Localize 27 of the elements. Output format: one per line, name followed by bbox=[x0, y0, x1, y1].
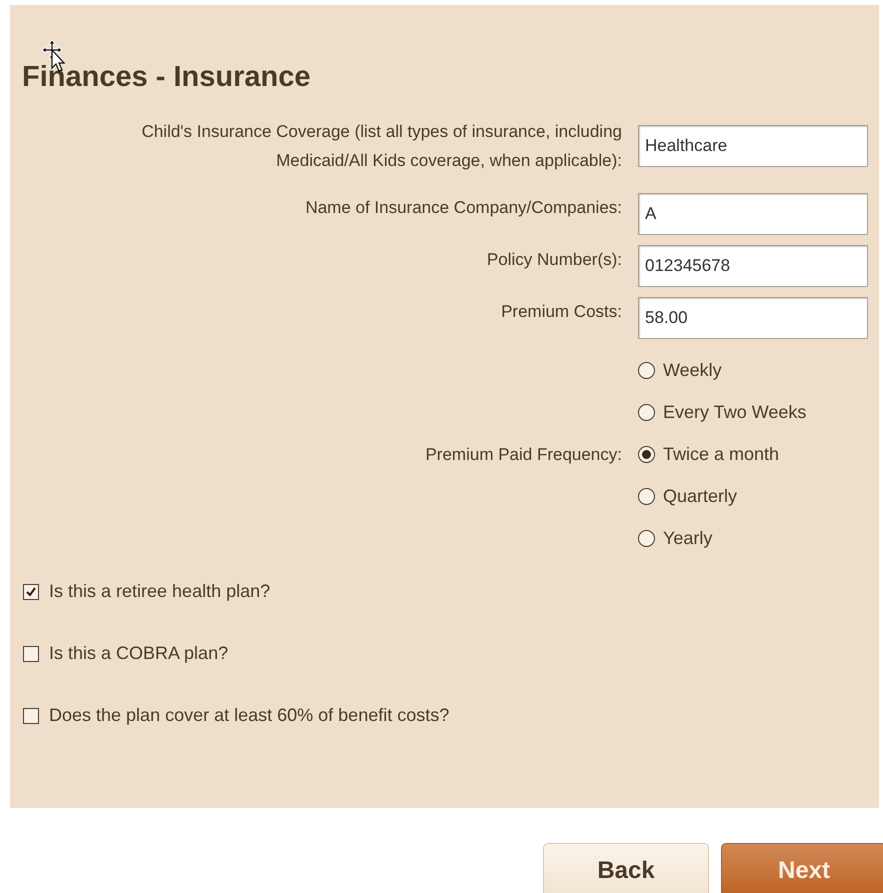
checkbox[interactable] bbox=[23, 708, 39, 724]
field-label: Child's Insurance Coverage (list all types of insurance, including Medicaid/All Kids coverage, when applicable): bbox=[140, 121, 622, 172]
text-field[interactable]: Healthcare bbox=[638, 125, 868, 167]
radio-label: Yearly bbox=[663, 526, 712, 550]
field-label: Premium Costs: bbox=[501, 301, 622, 323]
radio-button[interactable] bbox=[638, 362, 655, 378]
radio-button[interactable] bbox=[638, 530, 655, 546]
checkbox-label: Does the plan cover at least 60% of benefit costs? bbox=[49, 704, 450, 727]
field-label: Premium Paid Frequency: bbox=[425, 444, 622, 466]
page-title: Finances - Insurance bbox=[22, 60, 312, 95]
radio-button[interactable] bbox=[638, 488, 655, 504]
text-field[interactable]: A bbox=[638, 193, 868, 235]
checkbox-label: Is this a COBRA plan? bbox=[49, 642, 228, 665]
checkbox[interactable] bbox=[23, 584, 39, 600]
radio-label: Weekly bbox=[663, 358, 722, 382]
text-field[interactable]: 012345678 bbox=[638, 245, 868, 287]
checkbox[interactable] bbox=[23, 646, 39, 662]
radio-label: Quarterly bbox=[663, 484, 738, 508]
radio-button[interactable] bbox=[638, 404, 655, 420]
checkbox-label: Is this a retiree health plan? bbox=[49, 580, 270, 603]
back-button[interactable]: Back bbox=[543, 843, 709, 893]
field-label: Name of Insurance Company/Companies: bbox=[305, 197, 622, 219]
field-label: Policy Number(s): bbox=[486, 249, 622, 271]
text-field[interactable]: 58.00 bbox=[638, 297, 868, 339]
radio-label: Every Two Weeks bbox=[663, 400, 806, 424]
radio-label: Twice a month bbox=[663, 442, 780, 466]
radio-button[interactable] bbox=[638, 446, 655, 462]
